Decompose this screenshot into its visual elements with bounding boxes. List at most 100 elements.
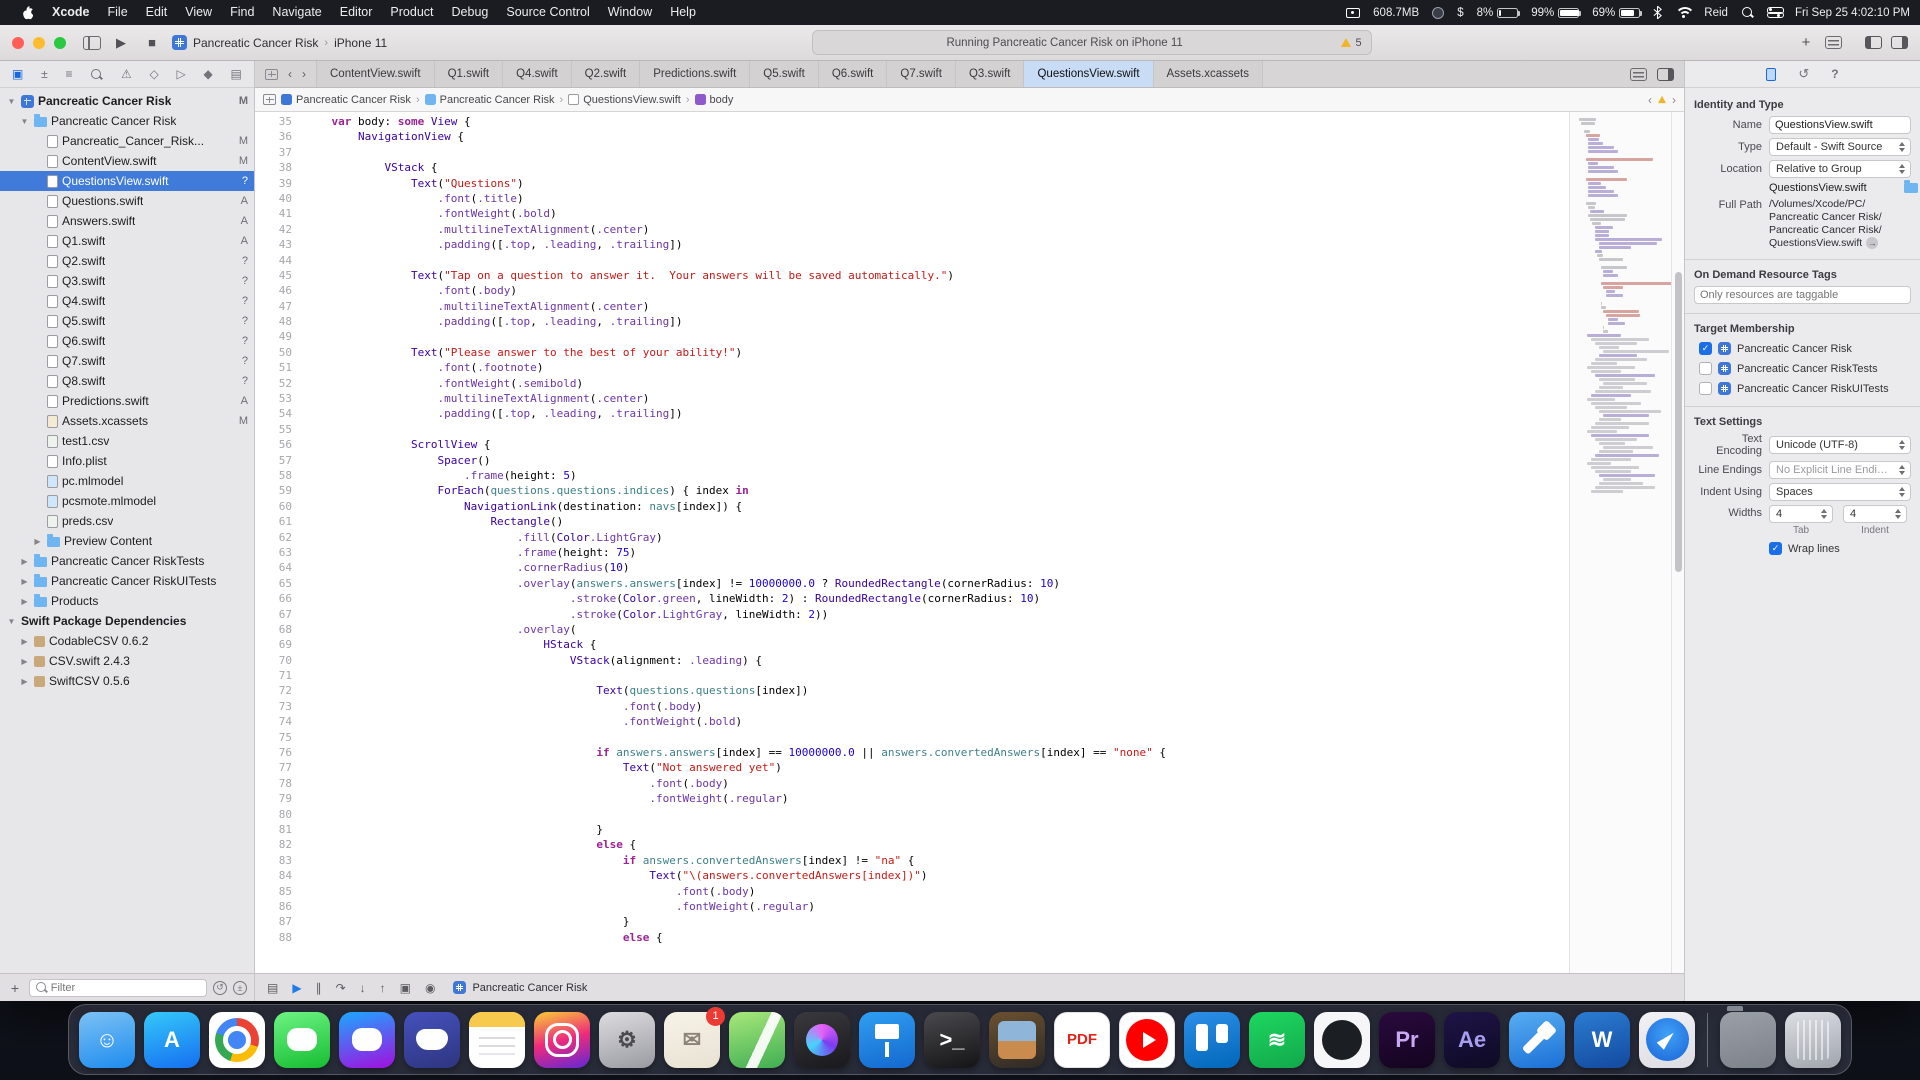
wifi[interactable]	[1675, 7, 1691, 19]
line-number[interactable]: 74	[255, 714, 292, 729]
line-number[interactable]: 86	[255, 899, 292, 914]
code-line[interactable]	[305, 329, 1569, 344]
disclosure-icon[interactable]: ▶	[32, 537, 43, 546]
nav-item-q6-swift[interactable]: Q6.swift?	[0, 331, 254, 351]
line-number[interactable]: 48	[255, 314, 292, 329]
menu-editor[interactable]: Editor	[331, 0, 382, 25]
code-line[interactable]: .frame(height: 75)	[305, 545, 1569, 560]
line-number[interactable]: 54	[255, 406, 292, 421]
nav-item-questions-swift[interactable]: Questions.swiftA	[0, 191, 254, 211]
nav-item-preview-content[interactable]: ▶Preview Content	[0, 531, 254, 551]
line-number[interactable]: 43	[255, 237, 292, 252]
line-number[interactable]: 47	[255, 299, 292, 314]
line-numbers[interactable]: 3536373839404142434445464748495051525354…	[255, 112, 299, 973]
odr-tags-field[interactable]	[1694, 286, 1911, 304]
line-number[interactable]: 87	[255, 914, 292, 929]
code-line[interactable]: .font(.title)	[305, 191, 1569, 206]
line-number[interactable]: 37	[255, 145, 292, 160]
screen-record-icon[interactable]	[1346, 8, 1360, 18]
dock-icon-final-cut-pro[interactable]	[794, 1012, 850, 1068]
menu-window[interactable]: Window	[599, 0, 661, 25]
quick-help-inspector-icon[interactable]: ?	[1831, 67, 1838, 81]
related-items-icon[interactable]	[265, 69, 278, 80]
code-line[interactable]: Text("\(answers.convertedAnswers[index])…	[305, 868, 1569, 883]
battery-1-indicator[interactable]: 8%	[1477, 7, 1519, 19]
zoom-window-button[interactable]	[54, 37, 66, 49]
menu-find[interactable]: Find	[221, 0, 263, 25]
line-number[interactable]: 78	[255, 776, 292, 791]
line-number[interactable]: 69	[255, 637, 292, 652]
nav-item-test1-csv[interactable]: test1.csv	[0, 431, 254, 451]
code-line[interactable]: var body: some View {	[305, 114, 1569, 129]
warning-count-button[interactable]: 5	[1341, 37, 1361, 49]
nav-item-swiftcsv-0-5-6[interactable]: ▶SwiftCSV 0.5.6	[0, 671, 254, 691]
line-number[interactable]: 36	[255, 129, 292, 144]
nav-item-pancreatic-cancer-risk[interactable]: ▼Pancreatic Cancer RiskM	[0, 91, 254, 111]
battery-3-indicator[interactable]: 69%	[1592, 7, 1640, 19]
code-line[interactable]: .font(.body)	[305, 699, 1569, 714]
code-line[interactable]: Text("Not answered yet")	[305, 760, 1569, 775]
nav-item-pcsmote-mlmodel[interactable]: pcsmote.mlmodel	[0, 491, 254, 511]
apple-menu[interactable]	[10, 5, 43, 20]
code-line[interactable]: }	[305, 822, 1569, 837]
dock-icon-terminal[interactable]: >_	[924, 1012, 980, 1068]
line-number[interactable]: 44	[255, 253, 292, 268]
code-line[interactable]: Text("Questions")	[305, 176, 1569, 191]
line-number[interactable]: 84	[255, 868, 292, 883]
background-app-icon[interactable]	[1432, 7, 1444, 19]
disclosure-icon[interactable]: ▼	[19, 117, 30, 126]
dock-icon-xcode[interactable]	[1509, 1012, 1565, 1068]
menu-clock[interactable]: Fri Sep 25 4:02:10 PM	[1795, 7, 1910, 19]
code-line[interactable]: .stroke(Color.LightGray, lineWidth: 2))	[305, 607, 1569, 622]
tab-questionsview-swift[interactable]: QuestionsView.swift	[1024, 61, 1153, 87]
breadcrumb-item-pancreatic-cancer-risk[interactable]: Pancreatic Cancer Risk	[425, 94, 555, 106]
step-out-icon[interactable]: ↑	[380, 981, 386, 995]
scrollbar-thumb[interactable]	[1675, 272, 1682, 572]
line-number[interactable]: 40	[255, 191, 292, 206]
nav-item-pancreatic-cancer-riskuitests[interactable]: ▶Pancreatic Cancer RiskUITests	[0, 571, 254, 591]
related-files-icon[interactable]	[263, 94, 276, 105]
dock-icon-notes[interactable]	[469, 1012, 525, 1068]
line-number[interactable]: 68	[255, 622, 292, 637]
reveal-path-icon[interactable]: →	[1866, 237, 1878, 249]
editor-options-icon[interactable]	[1825, 36, 1842, 49]
menu-navigate[interactable]: Navigate	[263, 0, 330, 25]
nav-item-swift-package-dependencies[interactable]: ▼Swift Package Dependencies	[0, 611, 254, 631]
stop-button[interactable]: ■	[141, 35, 163, 50]
code-line[interactable]: .padding([.top, .leading, .trailing])	[305, 406, 1569, 421]
menu-edit[interactable]: Edit	[137, 0, 177, 25]
continue-execution-icon[interactable]: ▶	[292, 981, 301, 995]
dock-icon-trello[interactable]	[1184, 1012, 1240, 1068]
nav-item-q8-swift[interactable]: Q8.swift?	[0, 371, 254, 391]
tab-assets-xcassets[interactable]: Assets.xcassets	[1154, 61, 1263, 87]
go-back-icon[interactable]: ‹	[288, 67, 292, 81]
code-line[interactable]	[305, 145, 1569, 160]
line-number[interactable]: 55	[255, 422, 292, 437]
line-number[interactable]: 35	[255, 114, 292, 129]
line-number[interactable]: 59	[255, 483, 292, 498]
code-line[interactable]: .frame(height: 5)	[305, 468, 1569, 483]
nav-item-q3-swift[interactable]: Q3.swift?	[0, 271, 254, 291]
breadcrumb-item-pancreatic-cancer-risk[interactable]: Pancreatic Cancer Risk	[281, 94, 411, 106]
nav-item-info-plist[interactable]: Info.plist	[0, 451, 254, 471]
code-line[interactable]: .fontWeight(.bold)	[305, 714, 1569, 729]
code-line[interactable]: else {	[305, 930, 1569, 945]
screen-record[interactable]	[1346, 8, 1360, 18]
nav-item-questionsview-swift[interactable]: QuestionsView.swift?	[0, 171, 254, 191]
tab-predictions-swift[interactable]: Predictions.swift	[640, 61, 750, 87]
find-navigator-icon[interactable]	[90, 68, 103, 81]
target-row-pancreatic-cancer-risk[interactable]: ✓Pancreatic Cancer Risk	[1699, 340, 1911, 357]
code-line[interactable]: .multilineTextAlignment(.center)	[305, 222, 1569, 237]
line-number[interactable]: 60	[255, 499, 292, 514]
line-number[interactable]: 52	[255, 376, 292, 391]
nav-item-assets-xcassets[interactable]: Assets.xcassetsM	[0, 411, 254, 431]
dock-icon-youtube-music[interactable]	[1119, 1012, 1175, 1068]
step-over-icon[interactable]: ↷	[336, 981, 346, 995]
line-number[interactable]: 81	[255, 822, 292, 837]
code-line[interactable]: Text(questions.questions[index])	[305, 683, 1569, 698]
dock-icon-preview[interactable]	[989, 1012, 1045, 1068]
disclosure-icon[interactable]: ▶	[19, 597, 30, 606]
tab-q4-swift[interactable]: Q4.swift	[503, 61, 572, 87]
line-number[interactable]: 61	[255, 514, 292, 529]
tab-q2-swift[interactable]: Q2.swift	[572, 61, 641, 87]
